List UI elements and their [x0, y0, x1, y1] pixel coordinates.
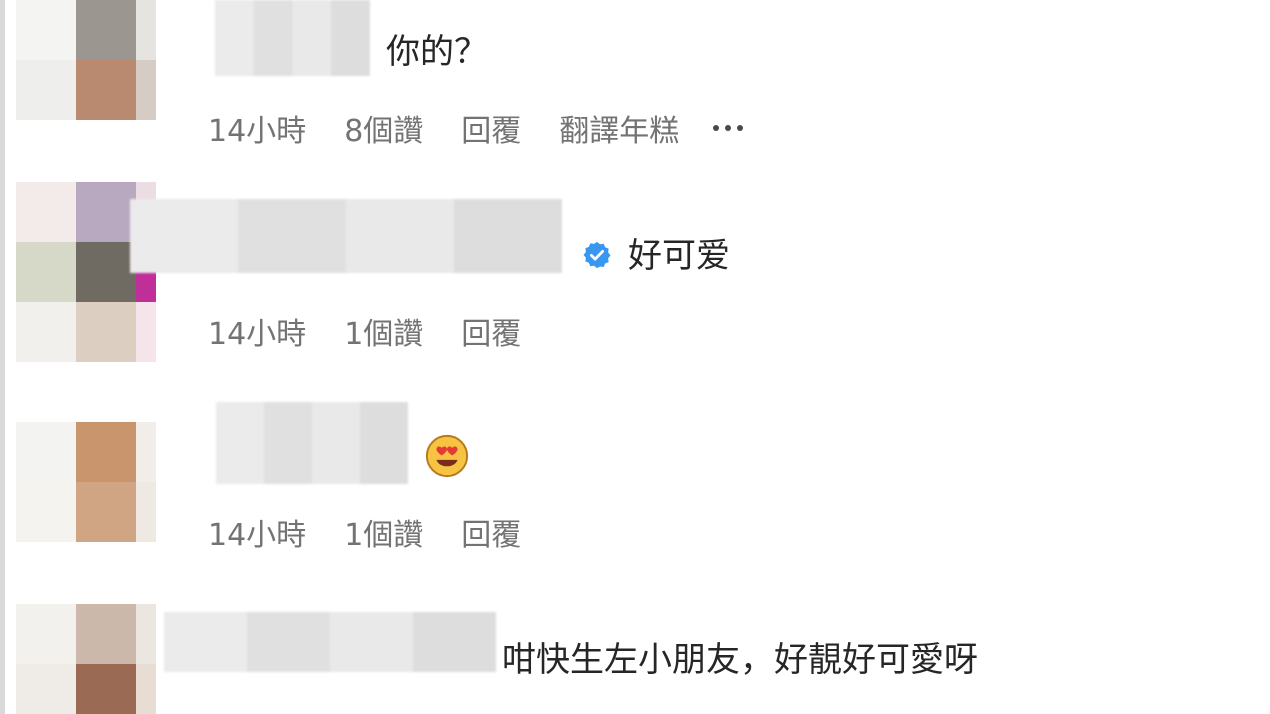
- avatar[interactable]: [16, 0, 156, 120]
- comment-text: 你的？: [386, 32, 488, 72]
- avatar-lower: [16, 302, 156, 362]
- timestamp[interactable]: 14小時: [208, 106, 306, 150]
- more-icon[interactable]: [713, 125, 744, 131]
- timestamp[interactable]: 14小時: [208, 309, 306, 353]
- reply-button[interactable]: 回覆: [461, 309, 521, 353]
- translate-button[interactable]: 翻譯年糕: [559, 106, 679, 150]
- avatar[interactable]: [16, 604, 156, 714]
- comment-text: 好可爱: [628, 236, 730, 276]
- comment-meta: 14小時 8個讚 回覆 翻譯年糕: [208, 106, 744, 150]
- comment-meta: 14小時 1個讚 回覆: [208, 309, 559, 353]
- reply-button[interactable]: 回覆: [461, 510, 521, 554]
- username-redacted[interactable]: [216, 402, 408, 484]
- reply-button[interactable]: 回覆: [461, 106, 521, 150]
- comment-meta: 14小時 1個讚 回覆: [208, 510, 559, 554]
- username-redacted[interactable]: [215, 0, 370, 76]
- avatar[interactable]: [16, 422, 156, 542]
- like-count[interactable]: 8個讚: [344, 106, 423, 150]
- like-count[interactable]: 1個讚: [344, 309, 423, 353]
- comment-text: 咁快生左小朋友，好靚好可愛呀: [502, 640, 978, 680]
- left-border: [0, 0, 5, 714]
- verified-badge-icon: [583, 241, 611, 269]
- username-redacted[interactable]: [164, 612, 496, 672]
- like-count[interactable]: 1個讚: [344, 510, 423, 554]
- timestamp[interactable]: 14小時: [208, 510, 306, 554]
- username-redacted[interactable]: [130, 199, 562, 273]
- heart-eyes-emoji-icon: [425, 434, 469, 478]
